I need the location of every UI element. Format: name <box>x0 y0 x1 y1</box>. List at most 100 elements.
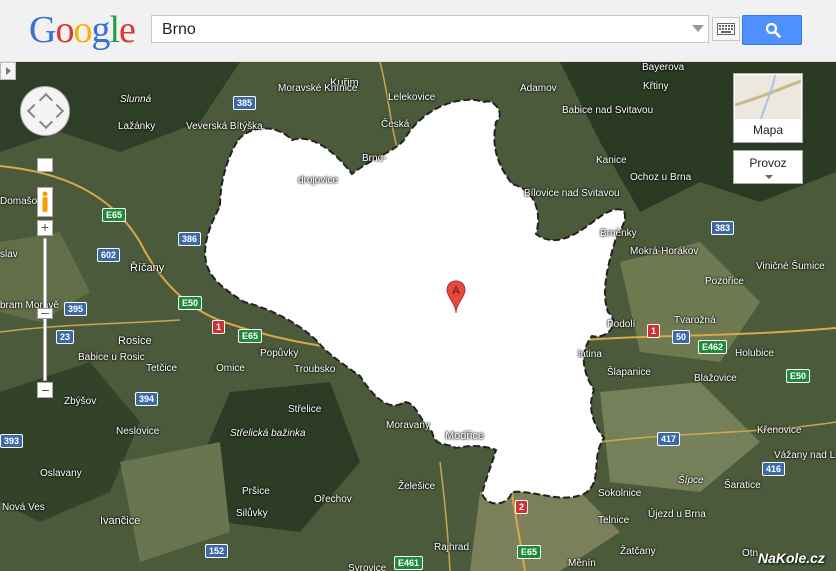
search-box[interactable] <box>151 15 709 43</box>
zoom-out-button[interactable] <box>37 382 53 398</box>
place-label: Ivančice <box>100 515 141 527</box>
logo-letter: o <box>55 9 74 51</box>
watermark-logo: NaKole.cz <box>758 550 825 566</box>
place-label: Telnice <box>598 515 630 526</box>
pan-down-icon[interactable] <box>38 114 54 130</box>
place-label: Žatčany <box>620 546 656 557</box>
road-shield: 1 <box>647 324 661 338</box>
logo-letter: G <box>29 9 56 51</box>
place-label: Tetčice <box>146 363 178 374</box>
place-label: Adamov <box>520 83 557 94</box>
road-shield: 602 <box>97 248 121 262</box>
road-shield: E50 <box>786 369 811 383</box>
chevron-down-icon[interactable] <box>765 175 773 179</box>
place-label: Mokrá-Horákov <box>630 246 699 257</box>
road-shield: 385 <box>233 96 257 110</box>
place-label: Bayerova <box>642 62 685 73</box>
place-label: Křtiny <box>643 81 669 92</box>
top-bar: Google <box>0 0 836 62</box>
map-type-button[interactable]: Mapa <box>733 73 803 143</box>
place-label: Silůvky <box>236 508 268 519</box>
zoom-slider-handle[interactable] <box>37 308 53 319</box>
pan-right-icon[interactable] <box>49 103 65 119</box>
place-label: Vážany nad Litavou <box>774 450 836 461</box>
place-label: Nová Ves <box>2 502 45 513</box>
zoom-in-button[interactable]: + <box>37 220 53 236</box>
keyboard-button[interactable] <box>712 17 740 41</box>
place-label: Brno- <box>362 153 387 164</box>
map-type-label: Mapa <box>752 123 784 137</box>
road-shield: 393 <box>0 434 24 448</box>
map-thumbnail <box>735 75 801 119</box>
pan-up-icon[interactable] <box>38 92 54 108</box>
road-shield: 394 <box>135 392 159 406</box>
place-label: Ochoz u Brna <box>630 172 692 183</box>
place-label: Brněnky <box>600 228 637 239</box>
place-label: Česká <box>381 119 410 130</box>
map-marker-icon[interactable]: A <box>446 280 466 314</box>
logo-letter: e <box>119 9 136 51</box>
place-label: Babice nad Svitavou <box>562 105 654 116</box>
search-input[interactable] <box>160 19 684 41</box>
pegman-figure <box>42 191 48 212</box>
pan-left-icon[interactable] <box>26 103 42 119</box>
pegman-icon[interactable] <box>37 187 53 217</box>
place-label: Bílovice nad Svitavou <box>524 188 620 199</box>
place-label: Viničné Šumice <box>756 261 825 272</box>
place-label: Moravany <box>386 420 430 431</box>
place-label: Říčany <box>130 262 165 274</box>
place-label: latina <box>578 349 602 360</box>
place-label: Křenovice <box>757 425 802 436</box>
place-label: Želešice <box>398 481 436 492</box>
place-label: Újezd u Brna <box>648 509 706 520</box>
place-label: Lažánky <box>118 121 156 132</box>
road-shield: E65 <box>238 329 263 343</box>
place-label: Zbýšov <box>64 396 97 407</box>
road-shield: E65 <box>102 208 127 222</box>
place-label: Troubsko <box>294 364 336 375</box>
place-label: Slunná <box>120 94 152 105</box>
place-label: drojovice <box>298 175 339 186</box>
road-shield: 416 <box>762 462 786 476</box>
place-label: Pršice <box>242 486 270 497</box>
traffic-layer-button[interactable]: Provoz <box>733 150 803 184</box>
place-label: Pozořice <box>705 276 744 287</box>
place-label: slav <box>0 249 18 260</box>
logo-letter: g <box>91 9 110 51</box>
zoom-reset-button[interactable] <box>37 158 53 172</box>
place-label: Blažovice <box>694 373 737 384</box>
collapse-panel-button[interactable] <box>0 62 16 80</box>
place-label: Oslavany <box>40 468 82 479</box>
place-label: Veverská Bítýška <box>186 121 263 132</box>
place-label: Šaratice <box>724 480 761 491</box>
road-shield: E462 <box>698 340 728 354</box>
place-label: Moravské Knínice <box>278 83 358 94</box>
road-shield: E50 <box>178 296 203 310</box>
road-shield: 2 <box>515 500 529 514</box>
place-label: Otn <box>742 548 759 559</box>
place-label: Holubice <box>735 348 774 359</box>
road-shield: E461 <box>394 556 424 570</box>
road-shield: 395 <box>64 302 88 316</box>
traffic-label: Provoz <box>749 156 787 170</box>
pan-control[interactable] <box>20 86 70 136</box>
road-shield: 152 <box>205 544 229 558</box>
place-label: Babice u Rosic <box>78 352 145 363</box>
place-label: Tvarožná <box>674 315 716 326</box>
place-label: Modřice <box>445 430 485 442</box>
road-shield: 23 <box>56 330 75 344</box>
google-logo[interactable]: Google <box>29 8 136 52</box>
marker-label: A <box>452 285 460 297</box>
logo-letter: l <box>109 9 120 51</box>
place-label: Šípce <box>678 475 704 486</box>
place-label: Ořechov <box>314 494 352 505</box>
chevron-down-icon[interactable] <box>692 25 704 32</box>
road-shield: 386 <box>178 232 202 246</box>
logo-letter: o <box>73 9 92 51</box>
place-label: Sokolnice <box>598 488 642 499</box>
map-canvas[interactable]: Kuřim Moravské Knínice Lelekovice Adamov… <box>0 62 836 571</box>
search-button[interactable] <box>742 15 802 45</box>
place-label: Omice <box>216 363 245 374</box>
place-label: Popůvky <box>260 348 299 359</box>
place-label: Neslovice <box>116 426 160 437</box>
